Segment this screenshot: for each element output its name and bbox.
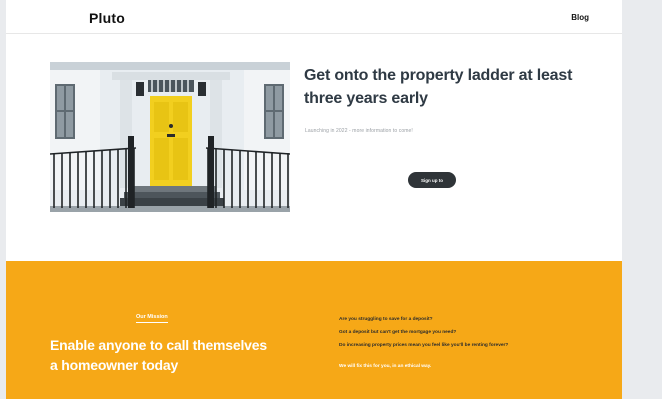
top-nav-bar: Pluto Blog [6, 0, 622, 34]
sign-up-waitlist-button[interactable]: Sign up to waitlist [408, 172, 456, 199]
mission-heading: Enable anyone to call themselves a homeo… [50, 337, 267, 373]
mission-tagline: We will fix this for you, in an ethical … [339, 364, 432, 369]
hero-image [50, 62, 290, 212]
mission-questions: Are you struggling to save for a deposit… [339, 313, 579, 352]
nav-link-blog[interactable]: Blog [571, 13, 589, 22]
mission-label: Our Mission [136, 314, 168, 323]
hero-title: Get onto the property ladder at least th… [304, 67, 573, 107]
landing-page: Pluto Blog Get onto the property ladder … [6, 0, 622, 399]
question-item: Are you struggling to save for a deposit… [339, 317, 433, 322]
mission-section: Our Mission Enable anyone to call themse… [6, 261, 622, 399]
hero-subtitle: Launching in 2022 - more information to … [305, 128, 413, 134]
question-item: Got a deposit but can't get the mortgage… [339, 330, 457, 335]
question-item: Do increasing property prices mean you f… [339, 343, 509, 348]
pluto-logo[interactable]: Pluto [89, 10, 125, 26]
